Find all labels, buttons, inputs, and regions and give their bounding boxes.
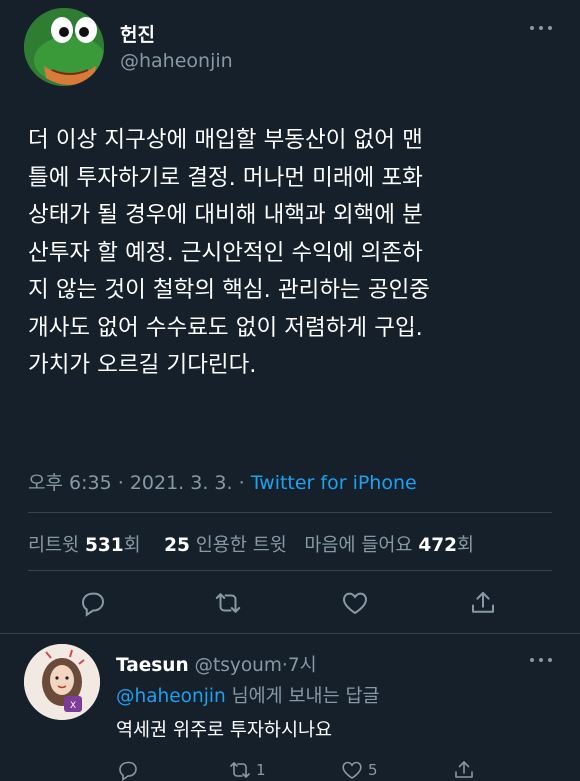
divider	[28, 512, 552, 513]
reply-icon[interactable]	[78, 588, 108, 618]
tweet-actions	[0, 588, 580, 622]
likes-count: 472	[418, 535, 457, 556]
likes-stat[interactable]: 마음에 들어요 472회	[304, 535, 474, 556]
retweet-icon[interactable]	[213, 588, 243, 618]
tweet-text-line: 더 이상 지구상에 매입할 부동산이 없어 맨	[28, 127, 423, 153]
meta-separator: ·	[238, 472, 245, 494]
reply-author-handle[interactable]: @tsyoum	[195, 655, 282, 676]
reply-time[interactable]: 7시	[288, 655, 317, 676]
reply-like-button[interactable]: 5	[340, 758, 378, 781]
tweet-date[interactable]: 2021. 3. 3.	[130, 472, 233, 494]
reply-retweet-button[interactable]: 1	[228, 758, 266, 781]
tweet-stats: 리트윗 531회 25 인용한 트윗 마음에 들어요 472회	[28, 531, 474, 557]
quotes-stat[interactable]: 25 인용한 트윗	[164, 535, 287, 556]
more-options-icon[interactable]	[528, 18, 554, 38]
retweets-suffix: 회	[123, 535, 141, 556]
author-name[interactable]: 헌진	[120, 20, 155, 47]
tweet-text-line: 가치가 오르길 기다린다.	[28, 352, 257, 378]
author-handle[interactable]: @haheonjin	[120, 50, 233, 72]
retweets-label: 리트윗	[28, 535, 80, 556]
reply-retweet-count: 1	[256, 761, 266, 779]
retweets-stat[interactable]: 리트윗 531회	[28, 535, 141, 556]
like-icon[interactable]	[340, 588, 370, 618]
share-icon[interactable]	[468, 588, 498, 618]
replying-to-mention[interactable]: @haheonjin	[116, 686, 226, 707]
tweet-text-line: 지 않는 것이 철학의 핵심. 관리하는 공인중	[28, 277, 430, 303]
tweet-text-line: 상태가 될 경우에 대비해 내핵과 외핵에 분	[28, 202, 423, 228]
reply-retweet-icon	[230, 762, 250, 778]
section-divider	[0, 633, 580, 634]
reply-like-icon	[342, 761, 362, 779]
divider	[28, 570, 552, 571]
tweet-meta: 오후 6:35 · 2021. 3. 3. · Twitter for iPho…	[28, 468, 417, 495]
retweets-count: 531	[84, 535, 124, 556]
tweet-source-link[interactable]: Twitter for iPhone	[251, 472, 417, 494]
tweet-text: 더 이상 지구상에 매입할 부동산이 없어 맨 틀에 투자하기로 결정. 머나먼…	[28, 122, 556, 385]
tweet-text-line: 산투자 할 예정. 근시안적인 수익에 의존하	[28, 239, 423, 266]
quotes-count: 25	[164, 535, 190, 556]
tweet-text-line: 틀에 투자하기로 결정. 머나먼 미래에 포화	[28, 164, 423, 191]
reply-reply-icon[interactable]	[116, 758, 140, 781]
reply-like-count: 5	[368, 761, 378, 779]
reply-actions: 1 5	[0, 756, 580, 781]
reply-author-name[interactable]: Taesun	[116, 655, 189, 676]
quotes-label: 인용한 트윗	[195, 535, 287, 556]
replying-to-label: 님에게 보내는 답글	[225, 686, 380, 707]
reply-text: 역세권 위주로 투자하시나요	[116, 720, 333, 741]
likes-suffix: 회	[456, 535, 474, 556]
reply-author-avatar[interactable]: X	[24, 644, 100, 720]
tweet-text-line: 개사도 없어 수수료도 없이 저렴하게 구입.	[28, 314, 423, 341]
reply-share-icon[interactable]	[452, 758, 476, 781]
replying-to: @haheonjin 님에게 보내는 답글	[116, 682, 380, 708]
reply-more-options-icon[interactable]	[528, 650, 554, 670]
svg-text:X: X	[70, 701, 76, 711]
likes-label: 마음에 들어요	[304, 535, 413, 556]
meta-separator: ·	[117, 472, 124, 494]
author-avatar[interactable]	[24, 8, 104, 86]
frog-avatar-icon	[24, 8, 104, 86]
reply-header: Taesun @tsyoum·7시	[116, 651, 317, 677]
drawing-avatar-icon: X	[24, 644, 100, 720]
tweet-time[interactable]: 오후 6:35	[28, 472, 112, 494]
